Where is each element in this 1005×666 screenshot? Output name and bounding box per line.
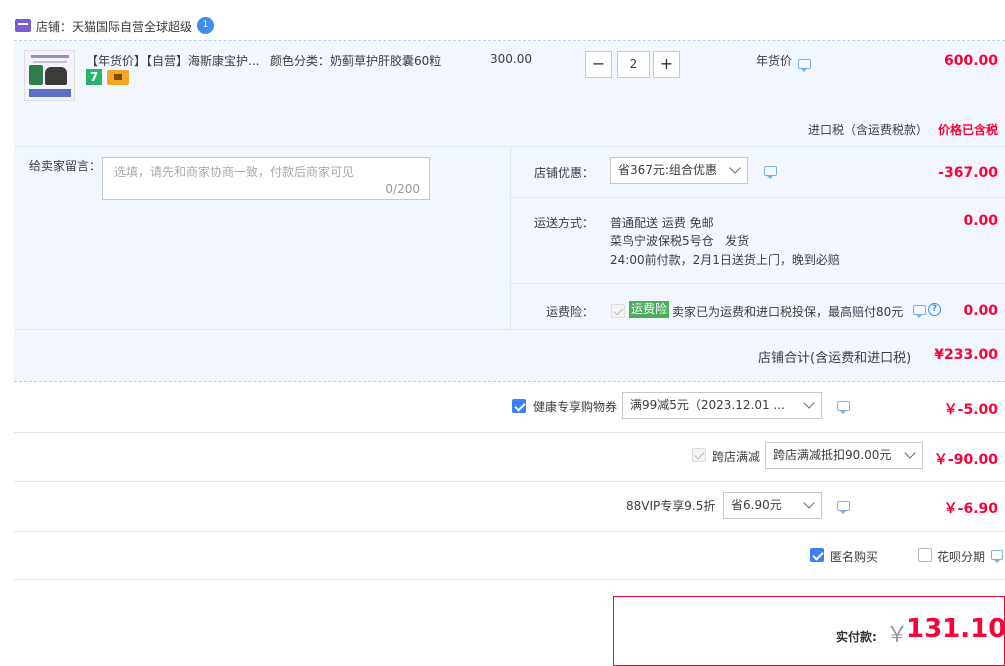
message-label: 给卖家留言： (29, 159, 102, 173)
huabei-chat-icon[interactable] (991, 550, 1003, 563)
shop-coupon-amount: -367.00 (938, 165, 998, 181)
card-payment-icon (107, 70, 129, 85)
insurance-label: 运费险： (546, 305, 595, 319)
shipping-method: 普通配送 运费 免邮 (610, 216, 714, 230)
help-icon[interactable]: ? (928, 303, 941, 316)
shop-coupon-select[interactable]: 省367元:组合优惠 (610, 157, 748, 184)
chevron-down-icon (803, 497, 815, 509)
shipping-warehouse: 菜鸟宁波保税5号仓 发货 (610, 234, 750, 248)
product-title[interactable]: 【年货价】【自营】海斯康宝护... (86, 52, 259, 69)
cross-shop-amount: ￥-90.00 (933, 452, 998, 468)
vip-select[interactable]: 省6.90元 (723, 492, 822, 519)
product-spec: 颜色分类：奶蓟草护肝胶囊60粒 (270, 54, 442, 68)
health-coupon-label: 健康专享购物券 (533, 400, 618, 414)
insurance-chat-icon[interactable] (913, 305, 926, 318)
product-image[interactable] (24, 50, 75, 101)
chevron-down-icon (729, 162, 741, 174)
huabei-checkbox[interactable] (918, 548, 932, 562)
vip-amount: ￥-6.90 (943, 501, 998, 517)
seven-day-return-icon: 7 (86, 69, 102, 85)
shipping-delivery: 24:00前付款，2月1日送货上门，晚到必赔 (610, 253, 840, 267)
quantity-input[interactable]: 2 (617, 51, 650, 78)
cross-shop-checkbox (692, 448, 706, 462)
message-counter: 0/200 (385, 182, 420, 196)
chevron-down-icon (904, 447, 916, 459)
chevron-down-icon (803, 397, 815, 409)
quantity-minus-button[interactable]: − (585, 51, 612, 78)
anonymous-label[interactable]: 匿名购买 (830, 548, 878, 565)
payment-currency: ￥ (886, 623, 909, 648)
item-subtotal: 600.00 (943, 53, 998, 69)
shop-name[interactable]: 天猫国际自营全球超级 (72, 18, 192, 35)
insurance-amount: 0.00 (963, 303, 998, 319)
shipping-label: 运送方式： (534, 216, 595, 230)
insurance-checkbox (611, 304, 625, 318)
anonymous-checkbox[interactable] (810, 548, 824, 562)
import-tax-label: 进口税（含运费税款） (808, 123, 929, 137)
health-coupon-amount: ￥-5.00 (943, 402, 998, 418)
health-coupon-chat-icon[interactable] (837, 401, 850, 414)
message-textarea[interactable]: 选填，请先和商家协商一致，付款后商家可见 0/200 (102, 157, 430, 200)
vip-label: 88VIP专享9.5折 (626, 499, 716, 513)
shop-coupon-chat-icon[interactable] (764, 166, 777, 179)
shop-total-label: 店铺合计(含运费和进口税) (758, 351, 912, 366)
shop-chat-badge[interactable]: 1 (197, 17, 214, 34)
message-placeholder: 选填，请先和商家协商一致，付款后商家可见 (114, 165, 355, 179)
promo-chat-icon[interactable] (798, 59, 811, 72)
import-tax-value: 价格已含税 (937, 123, 998, 137)
cross-shop-label: 跨店满减 (712, 450, 761, 464)
vip-chat-icon[interactable] (837, 501, 850, 514)
insurance-text: 卖家已为运费和进口税投保，最高赔付80元 (672, 305, 904, 319)
cross-shop-select[interactable]: 跨店满减抵扣90.00元 (765, 442, 923, 469)
health-coupon-checkbox[interactable] (512, 399, 526, 413)
payment-summary-box: 实付款: ￥ 131.10 (613, 596, 1005, 666)
shop-icon (15, 19, 31, 32)
shipping-amount: 0.00 (963, 213, 998, 229)
shop-coupon-label: 店铺优惠： (534, 166, 595, 180)
promo-label: 年货价 (756, 54, 793, 68)
health-coupon-select[interactable]: 满99减5元（2023.12.01 ... (622, 392, 822, 419)
shop-label: 店铺： (36, 20, 73, 34)
quantity-plus-button[interactable]: + (653, 51, 680, 78)
shop-total-amount: ¥233.00 (934, 347, 998, 363)
unit-price: 300.00 (490, 52, 532, 66)
insurance-tag: 运费险 (629, 301, 670, 318)
payment-label: 实付款: (836, 630, 877, 644)
huabei-label[interactable]: 花呗分期 (937, 548, 985, 565)
payment-amount: 131.10 (906, 614, 1005, 644)
